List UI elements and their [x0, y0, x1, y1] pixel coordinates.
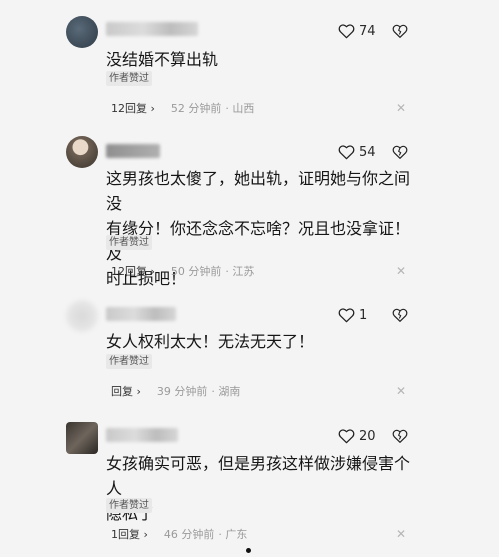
avatar[interactable]	[66, 136, 98, 168]
comment-meta: 12回复 › 52 分钟前 · 山西	[111, 100, 254, 116]
comment-text: 没结婚不算出轨	[106, 50, 219, 69]
avatar[interactable]	[66, 16, 98, 48]
comment-meta: 回复 › 39 分钟前 · 湖南	[111, 383, 240, 399]
reply-button[interactable]: 12回复 ›	[111, 100, 155, 116]
like-button[interactable]: 74	[338, 21, 376, 41]
location: · 山西	[225, 102, 255, 115]
comment-meta: 12回复 › 50 分钟前 · 江苏	[111, 263, 254, 279]
heart-broken-icon[interactable]	[392, 428, 408, 444]
reply-button[interactable]: 1回复 ›	[111, 526, 148, 542]
reply-button[interactable]: 12回复 ›	[111, 263, 155, 279]
username-blurred[interactable]	[106, 307, 176, 321]
comment-text: 女孩确实可恶，但是男孩这样做涉嫌侵害个人 隐私了	[106, 454, 411, 523]
heart-broken-icon[interactable]	[392, 23, 408, 39]
comment-text: 女人权利太大！无法无天了！	[106, 332, 315, 351]
reply-button[interactable]: 回复 ›	[111, 383, 141, 399]
timestamp: 50 分钟前	[170, 265, 222, 278]
like-count: 1	[359, 307, 368, 323]
heart-outline-icon	[338, 308, 355, 323]
timestamp: 52 分钟前	[170, 102, 222, 115]
author-liked-badge: 作者赞过	[106, 71, 152, 86]
comment-meta: 1回复 › 46 分钟前 · 广东	[111, 526, 247, 542]
like-count: 74	[359, 23, 376, 39]
location: · 广东	[218, 528, 248, 541]
author-liked-badge: 作者赞过	[106, 235, 152, 250]
heart-outline-icon	[338, 24, 355, 39]
like-button[interactable]: 54	[338, 142, 376, 162]
close-icon[interactable]: ✕	[396, 385, 406, 397]
like-count: 54	[359, 144, 376, 160]
username-blurred[interactable]	[106, 428, 178, 442]
author-liked-badge: 作者赞过	[106, 498, 152, 513]
heart-outline-icon	[338, 429, 355, 444]
heart-outline-icon	[338, 145, 355, 160]
close-icon[interactable]: ✕	[396, 265, 406, 277]
close-icon[interactable]: ✕	[396, 102, 406, 114]
like-button[interactable]: 20	[338, 426, 376, 446]
location: · 江苏	[225, 265, 255, 278]
heart-broken-icon[interactable]	[392, 144, 408, 160]
like-button[interactable]: 1	[338, 305, 367, 325]
home-indicator	[246, 548, 251, 553]
timestamp: 46 分钟前	[163, 528, 215, 541]
location: · 湖南	[211, 385, 241, 398]
close-icon[interactable]: ✕	[396, 528, 406, 540]
username-blurred[interactable]	[106, 144, 160, 158]
avatar[interactable]	[66, 300, 98, 332]
like-count: 20	[359, 428, 376, 444]
heart-broken-icon[interactable]	[392, 307, 408, 323]
timestamp: 39 分钟前	[156, 385, 208, 398]
username-blurred[interactable]	[106, 22, 198, 36]
author-liked-badge: 作者赞过	[106, 354, 152, 369]
avatar[interactable]	[66, 422, 98, 454]
